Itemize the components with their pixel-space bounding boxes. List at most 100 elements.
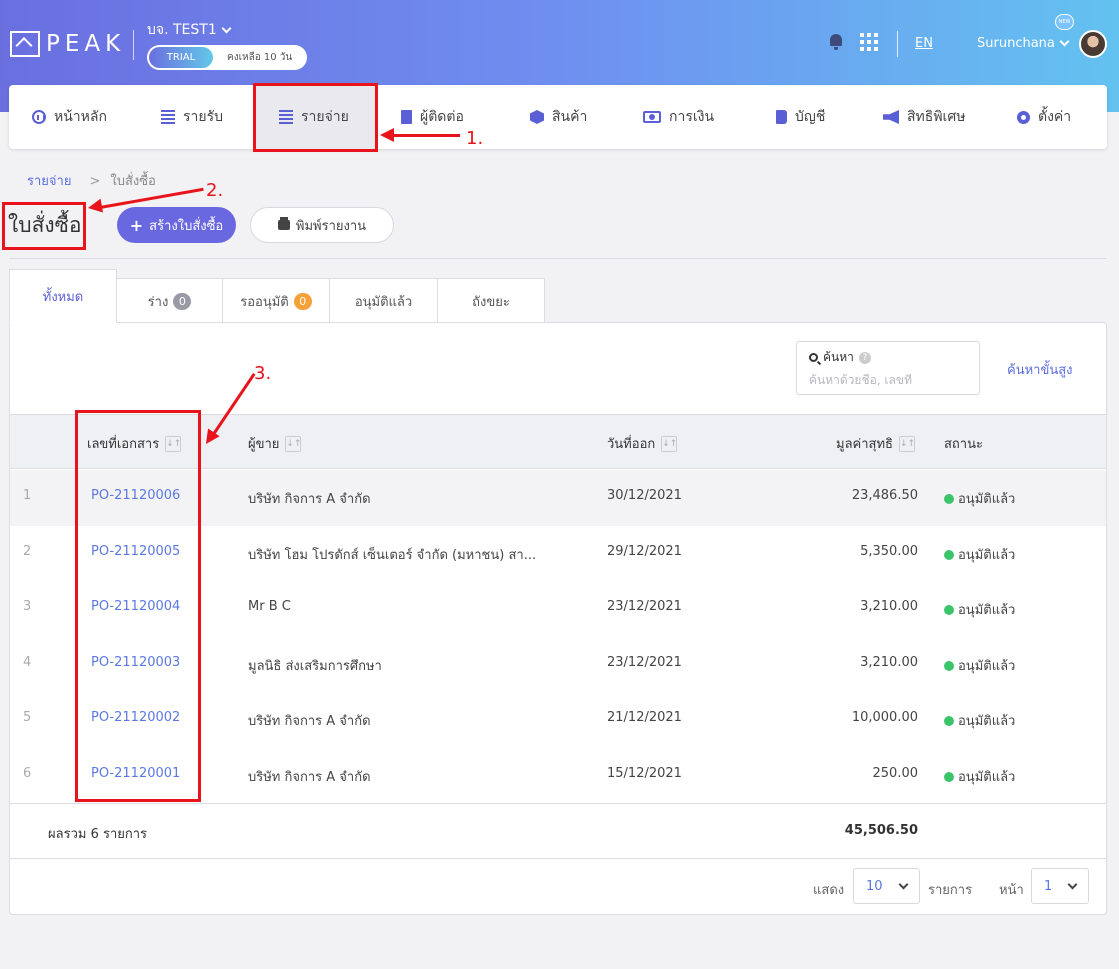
net-value: 10,000.00 [851, 710, 918, 725]
status-label: อนุมัติแล้ว [958, 714, 1016, 729]
page-label: หน้า [999, 883, 1024, 898]
divider [9, 258, 1107, 259]
status-dot-icon [944, 716, 954, 726]
logo-mark-icon [10, 31, 40, 57]
plus-icon: + [129, 215, 144, 235]
vendor-name: มูลนิธิ ส่งเสริมการศึกษา [248, 658, 382, 674]
annotation-label: 1. [466, 128, 484, 149]
breadcrumb-link-expenses[interactable]: รายจ่าย [27, 174, 71, 189]
nav-item-settings[interactable]: ตั้งค่า [1017, 85, 1071, 149]
page-value: 1 [1044, 878, 1053, 894]
trial-badge: TRIAL [149, 47, 213, 68]
issue-date: 15/12/2021 [607, 765, 682, 781]
column-date[interactable]: วันที่ออก ↓↑ [607, 433, 677, 454]
tab-label: ร่าง [147, 294, 169, 310]
tab-approved[interactable]: อนุมัติแล้ว [329, 278, 438, 323]
tab-trash[interactable]: ถังขยะ [437, 278, 545, 323]
apps-grid-icon[interactable] [860, 33, 878, 51]
status-dot-icon [944, 549, 954, 560]
nav-item-label: การเงิน [669, 109, 715, 125]
nav-item-privileges[interactable]: สิทธิพิเศษ [883, 85, 965, 149]
breadcrumb-current: ใบสั่งซื้อ [110, 174, 156, 189]
net-value: 3,210.00 [860, 654, 918, 670]
user-menu[interactable]: Surunchana [977, 36, 1070, 51]
gear-icon [1017, 110, 1030, 124]
company-switcher[interactable]: บจ. TEST1 [147, 19, 232, 41]
nav-item-label: ตั้งค่า [1038, 109, 1072, 125]
breadcrumb: รายจ่าย > ใบสั่งซื้อ [27, 170, 156, 191]
breadcrumb-separator: > [89, 174, 101, 189]
annotation-box-doc-numbers [75, 410, 201, 802]
nav-item-home[interactable]: หน้าหลัก [32, 85, 107, 149]
language-switch[interactable]: EN [915, 36, 933, 51]
annotation-box-title [2, 202, 86, 250]
status-label: อนุมัติแล้ว [958, 547, 1016, 563]
chat-new-badge[interactable]: NEW [1055, 14, 1074, 30]
total-label: ผลรวม 6 รายการ [48, 827, 148, 842]
user-name: Surunchana [977, 36, 1055, 51]
search-input[interactable] [809, 373, 969, 387]
tab-all[interactable]: ทั้งหมด [9, 269, 117, 323]
column-net[interactable]: มูลค่าสุทธิ ↓↑ [836, 433, 915, 454]
search-label: ค้นหา [823, 350, 854, 364]
status-badge: อนุมัติแล้ว [944, 710, 1015, 731]
row-index: 2 [23, 543, 32, 559]
header-divider [897, 31, 898, 57]
help-icon[interactable]: ? [858, 351, 871, 364]
chevron-down-icon [898, 879, 909, 889]
status-dot-icon [944, 494, 954, 504]
nav-item-accounting[interactable]: บัญชี [776, 85, 825, 149]
column-label: วันที่ออก [607, 437, 656, 452]
vendor-name: บริษัท โฮม โปรดักส์ เซ็นเตอร์ จำกัด (มหา… [248, 547, 537, 563]
status-dot-icon [944, 660, 954, 671]
peak-logo[interactable]: PEAK [10, 31, 125, 57]
net-value: 23,486.50 [851, 488, 918, 503]
company-name: บจ. TEST1 [147, 22, 217, 38]
net-value: 250.00 [872, 765, 919, 781]
nav-item-finance[interactable]: การเงิน [643, 85, 714, 149]
status-label: อนุมัติแล้ว [958, 769, 1016, 785]
count-badge: 0 [293, 292, 312, 310]
page-select[interactable]: 1 [1031, 868, 1089, 904]
status-badge: อนุมัติแล้ว [944, 599, 1015, 620]
trial-status[interactable]: TRIAL คงเหลือ 10 วัน [147, 45, 307, 70]
net-value: 5,350.00 [860, 543, 918, 559]
tab-label: อนุมัติแล้ว [354, 294, 413, 310]
row-index: 5 [23, 710, 32, 725]
avatar[interactable] [1079, 30, 1107, 58]
printer-icon [277, 217, 290, 230]
issue-date: 23/12/2021 [607, 654, 682, 670]
nav-item-label: บัญชี [795, 109, 826, 125]
issue-date: 29/12/2021 [607, 543, 682, 559]
sort-icon[interactable]: ↓↑ [898, 435, 915, 452]
status-badge: อนุมัติแล้ว [944, 766, 1015, 787]
status-label: อนุมัติแล้ว [958, 603, 1016, 618]
print-button-label: พิมพ์รายงาน [295, 218, 367, 234]
annotation-label: 3. [254, 363, 272, 384]
tab-awaiting-approval[interactable]: รออนุมัติ 0 [222, 278, 330, 323]
megaphone-icon [883, 110, 899, 124]
column-label: สถานะ [944, 437, 983, 452]
advanced-search-link[interactable]: ค้นหาขั้นสูง [1007, 359, 1073, 380]
status-label: อนุมัติแล้ว [958, 658, 1016, 674]
column-vendor[interactable]: ผู้ขาย ↓↑ [248, 433, 302, 454]
search-box[interactable]: ค้นหา ? [796, 341, 980, 395]
main-nav: หน้าหลัก รายรับ รายจ่าย ผู้ติดต่อ สินค้า… [9, 85, 1107, 149]
header-divider [133, 30, 134, 60]
status-dot-icon [944, 605, 954, 615]
nav-item-label: รายรับ [183, 109, 223, 125]
page-size-select[interactable]: 10 [853, 868, 920, 904]
table-total-row: ผลรวม 6 รายการ 45,506.50 [10, 803, 1106, 859]
issue-date: 21/12/2021 [607, 710, 682, 725]
sort-icon[interactable]: ↓↑ [661, 435, 677, 452]
notification-bell-icon[interactable] [828, 34, 844, 50]
vendor-name: Mr B C [248, 599, 291, 614]
nav-item-products[interactable]: สินค้า [530, 85, 587, 149]
annotation-arrowhead [86, 198, 104, 215]
tab-draft[interactable]: ร่าง 0 [116, 278, 223, 323]
sort-icon[interactable]: ↓↑ [285, 435, 302, 452]
nav-item-contacts[interactable]: ผู้ติดต่อ [401, 85, 464, 149]
print-report-button[interactable]: พิมพ์รายงาน [250, 207, 394, 243]
nav-item-income[interactable]: รายรับ [161, 85, 223, 149]
create-purchase-order-button[interactable]: + สร้างใบสั่งซื้อ [117, 207, 236, 243]
